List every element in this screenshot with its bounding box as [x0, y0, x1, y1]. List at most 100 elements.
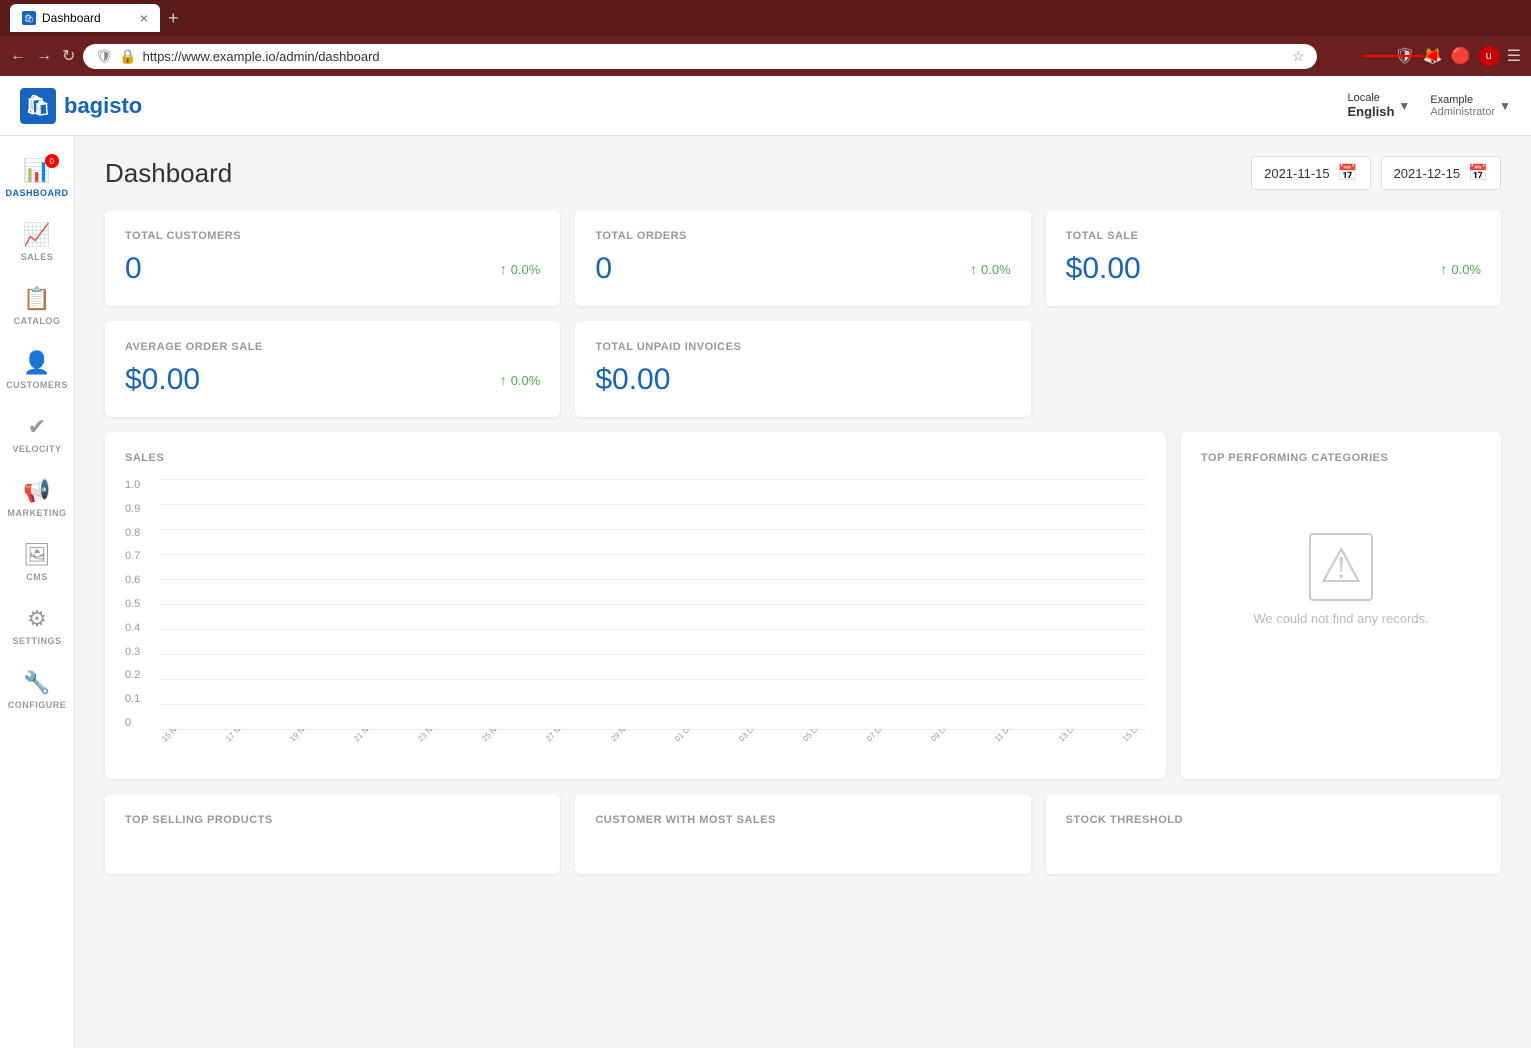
x-label-23nov: 23 Nov: [416, 729, 449, 753]
page-title: Dashboard: [105, 158, 1241, 189]
unpaid-invoices-row: $0.00: [595, 363, 1010, 397]
total-sale-change: ↑ 0.0%: [1440, 261, 1481, 277]
unpaid-invoices-value: $0.00: [595, 363, 670, 397]
sales-chart-title: SALES: [125, 452, 1146, 464]
ext-icon-3: 🔴: [1451, 46, 1471, 66]
sidebar-item-settings[interactable]: ⚙ SETTINGS: [0, 594, 74, 658]
tab-title: Dashboard: [42, 11, 101, 25]
stock-threshold-title: STOCK THRESHOLD: [1066, 814, 1481, 826]
grid-line-7: [160, 629, 1146, 630]
average-order-label: AVERAGE ORDER SALE: [125, 341, 540, 353]
x-axis-labels: 15 Nov 17 Nov 19 Nov 21 Nov 23 Nov 25 No…: [160, 729, 1146, 759]
chart-y-axis: 1.0 0.9 0.8 0.7 0.6 0.5 0.4 0.3 0.2 0.1 …: [125, 479, 155, 729]
grid-line-3: [160, 529, 1146, 530]
avg-change-value: 0.0%: [511, 373, 541, 388]
browser-tab[interactable]: 🛍 Dashboard ×: [10, 4, 160, 32]
sales-chart-area: 1.0 0.9 0.8 0.7 0.6 0.5 0.4 0.3 0.2 0.1 …: [125, 479, 1146, 759]
date-to-value: 2021-12-15: [1394, 166, 1461, 181]
logo-icon: 🛍: [20, 88, 56, 124]
security-icon: 🛡: [95, 48, 113, 65]
refresh-button[interactable]: ↻: [62, 46, 75, 66]
x-label-05dec: 05 Dec: [801, 729, 834, 753]
top-categories-title: TOP PERFORMING CATEGORIES: [1201, 452, 1481, 464]
menu-icon[interactable]: ☰: [1507, 46, 1521, 66]
date-from-value: 2021-11-15: [1264, 166, 1330, 181]
page-header: Dashboard 2021-11-15 📅 2021-12-15 📅: [105, 156, 1501, 190]
total-sale-value: $0.00: [1066, 252, 1141, 286]
x-label-11dec: 11 Dec: [993, 729, 1026, 753]
sidebar-item-velocity[interactable]: ✔ VELOCITY: [0, 402, 74, 466]
total-orders-value: 0: [595, 252, 612, 286]
y-label-06: 0.6: [125, 574, 155, 586]
unpaid-invoices-label: TOTAL UNPAID INVOICES: [595, 341, 1010, 353]
sales-chart-card: SALES 1.0 0.9 0.8 0.7 0.6 0.5 0.4 0.3 0.…: [105, 432, 1166, 779]
no-records-text: We could not find any records.: [1253, 611, 1428, 626]
average-order-row: $0.00 ↑ 0.0%: [125, 363, 540, 397]
sidebar-label-sales: SALES: [21, 252, 54, 262]
sidebar-label-cms: CMS: [26, 572, 48, 582]
address-bar[interactable]: 🛡 🔒 https://www.example.io/admin/dashboa…: [83, 44, 1316, 69]
sidebar-item-customers[interactable]: 👤 CUSTOMERS: [0, 338, 74, 402]
sidebar-label-settings: SETTINGS: [12, 636, 61, 646]
date-to-input[interactable]: 2021-12-15 📅: [1381, 156, 1501, 190]
star-icon[interactable]: ☆: [1292, 48, 1305, 65]
sidebar-label-configure: CONFIGURE: [8, 700, 67, 710]
header-right: Locale English ▼ Example Administrator ▼: [1347, 92, 1511, 119]
tab-favicon: 🛍: [22, 11, 36, 25]
y-label-10: 1.0: [125, 479, 155, 491]
x-label-21nov: 21 Nov: [352, 729, 385, 753]
new-tab-button[interactable]: +: [168, 8, 179, 29]
unpaid-invoices-card: TOTAL UNPAID INVOICES $0.00: [575, 321, 1030, 417]
x-label-29nov: 29 Nov: [609, 729, 642, 753]
total-customers-row: 0 ↑ 0.0%: [125, 252, 540, 286]
notification-badge: 0: [45, 154, 59, 168]
total-customers-value: 0: [125, 252, 142, 286]
sidebar-item-dashboard[interactable]: 📊 0 DASHBOARD: [0, 146, 74, 210]
grid-line-1: [160, 479, 1146, 480]
grid-line-9: [160, 679, 1146, 680]
url-text: https://www.example.io/admin/dashboard: [143, 49, 1286, 64]
sales-icon: 📈: [23, 222, 50, 248]
sidebar-label-customers: CUSTOMERS: [6, 380, 68, 390]
y-label-08: 0.8: [125, 527, 155, 539]
y-label-04: 0.4: [125, 622, 155, 634]
charts-row: SALES 1.0 0.9 0.8 0.7 0.6 0.5 0.4 0.3 0.…: [105, 432, 1501, 779]
grid-line-8: [160, 654, 1146, 655]
sidebar-item-marketing[interactable]: 📢 MARKETING: [0, 466, 74, 530]
lock-icon: 🔒: [119, 48, 136, 65]
total-orders-card: TOTAL ORDERS 0 ↑ 0.0%: [575, 210, 1030, 306]
date-from-input[interactable]: 2021-11-15 📅: [1251, 156, 1370, 190]
x-label-03dec: 03 Dec: [737, 729, 770, 753]
average-order-card: AVERAGE ORDER SALE $0.00 ↑ 0.0%: [105, 321, 560, 417]
calendar-to-icon: 📅: [1468, 163, 1488, 183]
average-order-value: $0.00: [125, 363, 200, 397]
calendar-from-icon: 📅: [1338, 163, 1358, 183]
y-label-07: 0.7: [125, 550, 155, 562]
tab-close-button[interactable]: ×: [140, 10, 148, 26]
orders-change-value: 0.0%: [981, 262, 1011, 277]
locale-value: English: [1347, 104, 1394, 119]
total-sale-label: TOTAL SALE: [1066, 230, 1481, 242]
sidebar-item-cms[interactable]: 🖼 CMS: [0, 530, 74, 594]
customer-most-sales-title: CUSTOMER WITH MOST SALES: [595, 814, 1010, 826]
sidebar-item-configure[interactable]: 🔧 CONFIGURE: [0, 658, 74, 722]
logo[interactable]: 🛍 bagisto: [20, 88, 142, 124]
back-button[interactable]: ←: [10, 47, 26, 65]
catalog-icon: 📋: [23, 286, 50, 312]
ext-icon-4: u: [1479, 46, 1499, 66]
no-records-section: ⚠ We could not find any records.: [1201, 479, 1481, 679]
x-label-15dec: 15 Dec: [1121, 729, 1146, 753]
locale-selector[interactable]: Locale English ▼: [1347, 92, 1410, 119]
configure-icon: 🔧: [23, 670, 50, 696]
top-selling-title: TOP SELLING PRODUCTS: [125, 814, 540, 826]
user-menu[interactable]: Example Administrator ▼: [1430, 94, 1511, 118]
sidebar-item-catalog[interactable]: 📋 CATALOG: [0, 274, 74, 338]
grid-line-10: [160, 704, 1146, 705]
total-orders-label: TOTAL ORDERS: [595, 230, 1010, 242]
sale-change-value: 0.0%: [1451, 262, 1481, 277]
velocity-icon: ✔: [28, 414, 46, 440]
total-sale-row: $0.00 ↑ 0.0%: [1066, 252, 1481, 286]
sidebar-item-sales[interactable]: 📈 SALES: [0, 210, 74, 274]
total-sale-card: TOTAL SALE $0.00 ↑ 0.0%: [1046, 210, 1501, 306]
forward-button[interactable]: →: [36, 47, 52, 65]
